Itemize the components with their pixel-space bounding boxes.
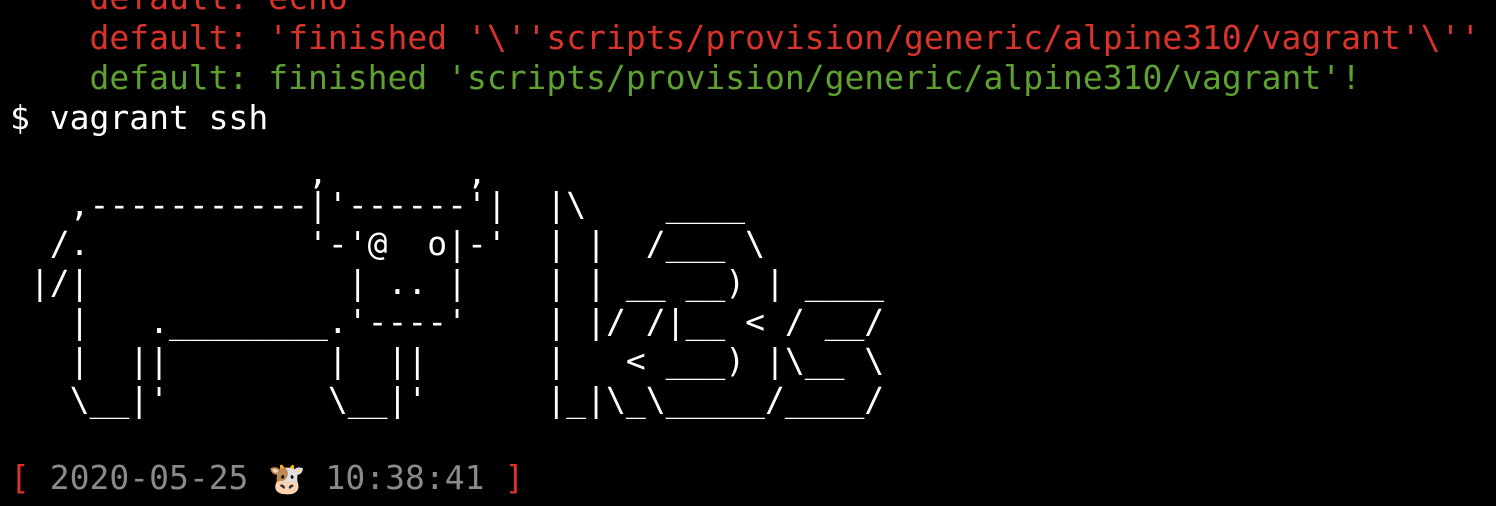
prompt-close-bracket: ] — [504, 458, 525, 497]
ascii-art-line-6: | || | || | < ___) |\__ \ — [10, 341, 885, 380]
prompt-time: 10:38:41 — [325, 458, 485, 497]
output-line-finished: default: finished 'scripts/provision/gen… — [10, 58, 1362, 97]
ascii-art-line-5: | .________.'----' | |/ /|__ < / __/ — [10, 302, 885, 341]
ascii-art-line-2: ,-----------|'------'| |\ ____ — [10, 185, 746, 224]
command-line-vagrant-ssh: $ vagrant ssh — [10, 98, 269, 137]
terminal-window[interactable]: default: echo default: 'finished '\''scr… — [0, 0, 1496, 506]
prompt-date: 2020-05-25 — [49, 458, 249, 497]
ascii-art-line-3: /. '-'@ o|-' | | /___ \ — [10, 224, 765, 263]
cow-emoji-icon: 🐮 — [268, 462, 306, 497]
ascii-art-line-7: \__|' \__|' |_|\_\_____/____/ — [10, 380, 885, 419]
output-line-finished-escaped: default: 'finished '\''scripts/provision… — [10, 18, 1481, 57]
prompt-line: [ 2020-05-25 🐮 10:38:41 ] — [10, 458, 524, 498]
output-line-echo: default: echo — [10, 0, 347, 18]
ascii-art-line-4: |/| | .. | | | __ __) | ____ — [10, 263, 885, 302]
prompt-open-bracket: [ — [10, 458, 30, 497]
